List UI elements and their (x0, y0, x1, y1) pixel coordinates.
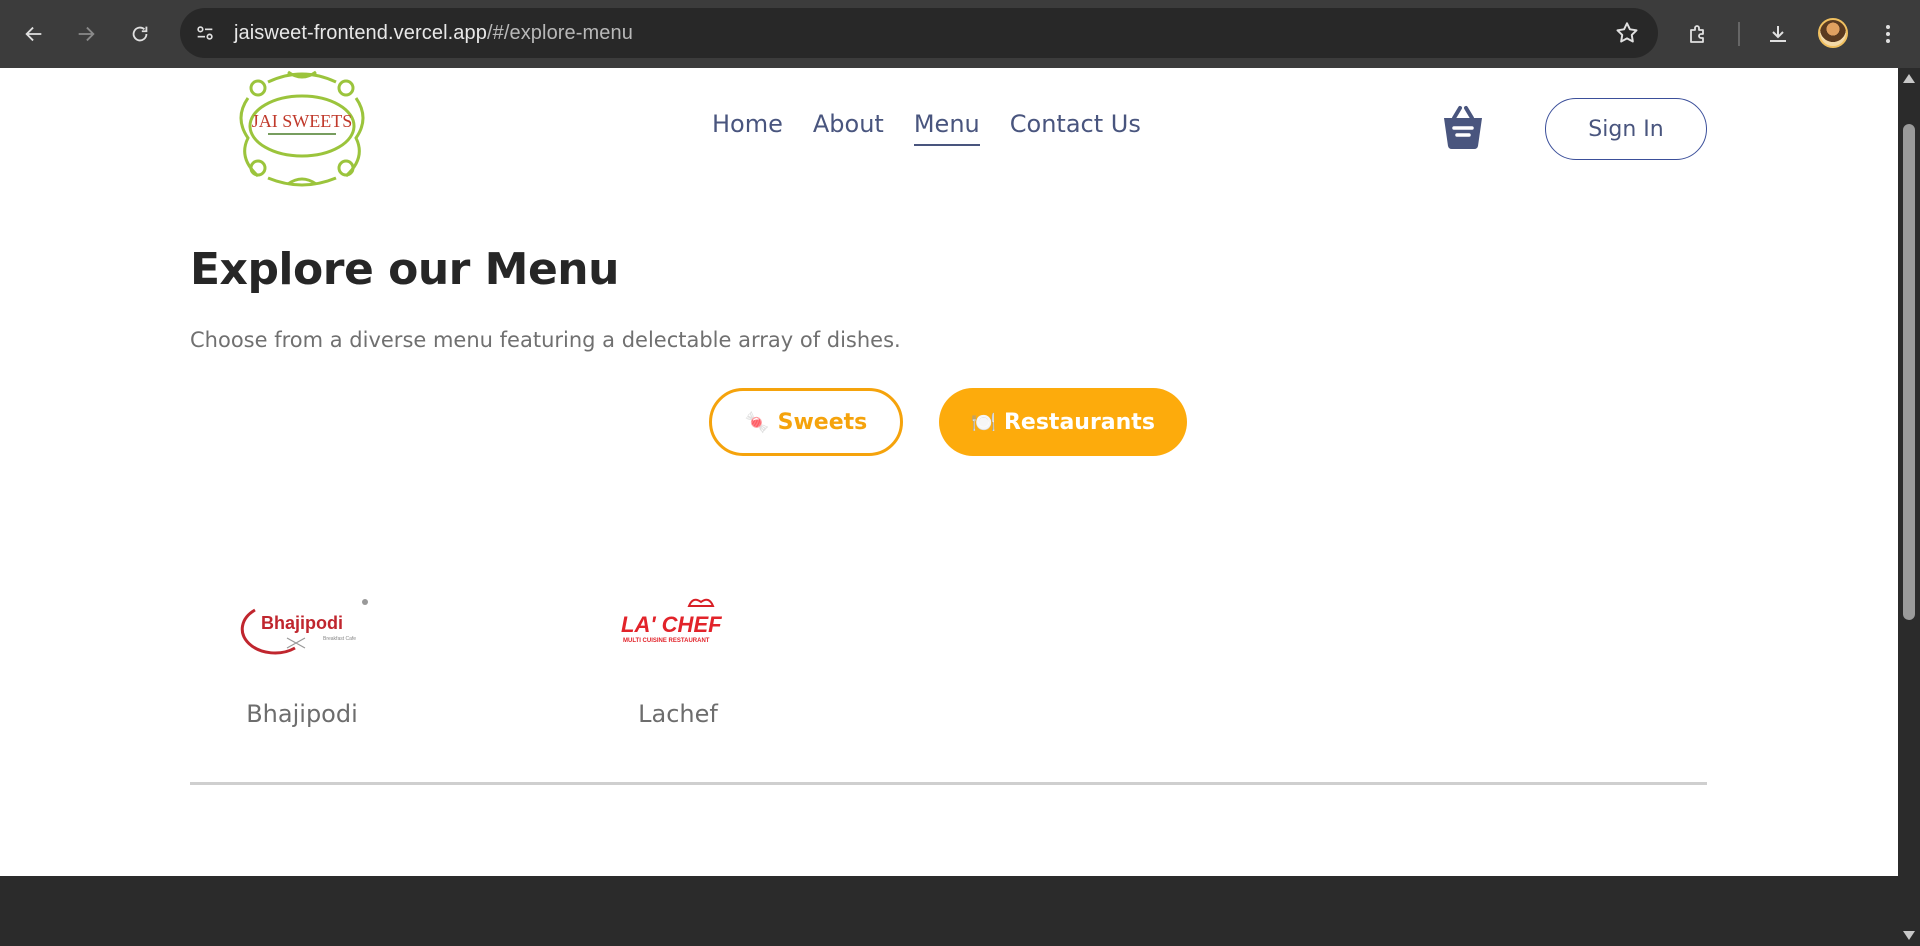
reload-icon (132, 26, 148, 42)
svg-text:JAI SWEETS: JAI SWEETS (252, 111, 353, 131)
nav-about[interactable]: About (813, 110, 884, 146)
sweets-toggle-button[interactable]: 🍬 Sweets (709, 388, 903, 456)
bookmark-star-icon[interactable] (1614, 20, 1640, 46)
jai-sweets-logo[interactable]: JAI SWEETS (228, 68, 376, 188)
nav-home[interactable]: Home (712, 110, 783, 146)
scrollbar-thumb[interactable] (1903, 124, 1915, 620)
site-settings-icon[interactable] (192, 20, 218, 46)
arrow-right-icon (78, 26, 95, 42)
page-scrollbar[interactable] (1898, 68, 1920, 946)
nav-contact-us[interactable]: Contact Us (1010, 110, 1141, 146)
sweets-label: Sweets (777, 409, 868, 435)
arrow-left-icon (25, 26, 42, 42)
address-bar[interactable]: jaisweet-frontend.vercel.app/#/explore-m… (180, 8, 1658, 58)
bhajipodi-logo: Bhajipodi Breakfast Cafe (227, 568, 377, 678)
forward-button[interactable] (68, 16, 104, 52)
profile-avatar[interactable] (1818, 18, 1848, 48)
scroll-down-arrow-icon[interactable] (1903, 931, 1915, 940)
browser-menu-button[interactable] (1870, 16, 1906, 52)
restaurant-name: Bhajipodi (246, 700, 358, 728)
scroll-up-arrow-icon[interactable] (1903, 74, 1915, 83)
restaurants-label: Restaurants (1003, 409, 1155, 435)
download-icon (1770, 26, 1786, 42)
reload-button[interactable] (122, 16, 158, 52)
kebab-menu-icon (1886, 25, 1890, 43)
page-footer (0, 876, 1898, 946)
candy-icon: 🍬 (744, 410, 770, 434)
lachef-logo: LA' CHEF MULTI CUISINE RESTAURANT (603, 568, 753, 678)
restaurant-card-bhajipodi[interactable]: Bhajipodi Breakfast Cafe Bhajipodi (222, 568, 382, 728)
svg-text:LA' CHEF: LA' CHEF (621, 612, 722, 637)
browser-toolbar: jaisweet-frontend.vercel.app/#/explore-m… (0, 0, 1920, 68)
svg-text:MULTI CUISINE RESTAURANT: MULTI CUISINE RESTAURANT (623, 638, 710, 644)
section-divider (190, 782, 1707, 785)
page-subtitle: Choose from a diverse menu featuring a d… (190, 328, 901, 352)
back-button[interactable] (16, 16, 52, 52)
restaurants-toggle-button[interactable]: 🍽️ Restaurants (939, 388, 1187, 456)
puzzle-icon (1690, 25, 1704, 43)
basket-icon[interactable] (1438, 102, 1488, 152)
url-text: jaisweet-frontend.vercel.app/#/explore-m… (234, 22, 633, 44)
main-nav: Home About Menu Contact Us (712, 110, 1141, 146)
restaurant-card-lachef[interactable]: LA' CHEF MULTI CUISINE RESTAURANT Lachef (598, 568, 758, 728)
downloads-button[interactable] (1760, 16, 1796, 52)
plate-icon: 🍽️ (971, 410, 996, 434)
svg-text:Breakfast Cafe: Breakfast Cafe (323, 636, 356, 642)
extensions-button[interactable] (1680, 16, 1716, 52)
svg-text:Bhajipodi: Bhajipodi (261, 613, 343, 633)
page-viewport: JAI SWEETS Home About Menu Contact Us Si… (0, 68, 1898, 876)
page-title: Explore our Menu (190, 244, 619, 295)
restaurant-name: Lachef (638, 700, 718, 728)
sign-in-button[interactable]: Sign In (1545, 98, 1707, 160)
toolbar-divider (1738, 22, 1740, 46)
nav-menu[interactable]: Menu (913, 110, 980, 146)
